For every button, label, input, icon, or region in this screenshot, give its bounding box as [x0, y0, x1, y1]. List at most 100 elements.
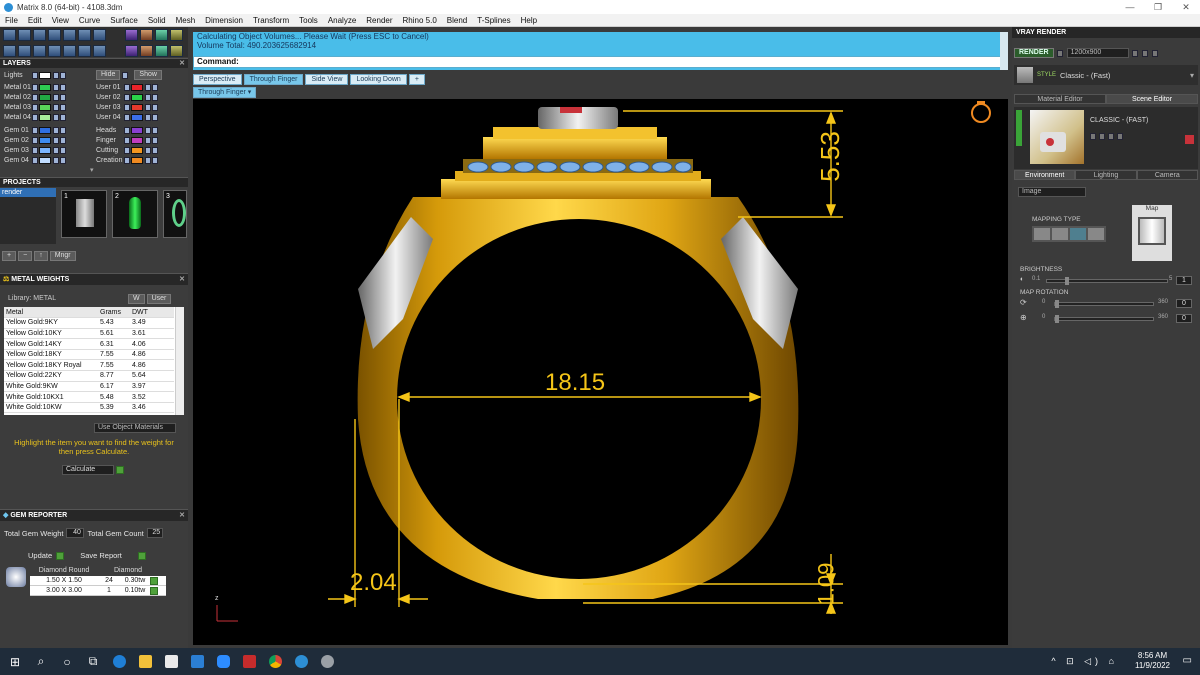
maximize-button[interactable]: ❐ [1144, 0, 1172, 14]
layer-row[interactable]: Creation [94, 155, 186, 165]
lock-icon[interactable] [145, 146, 151, 154]
bulb-icon[interactable] [60, 71, 66, 79]
mapping-cylinder-icon[interactable] [1088, 228, 1104, 240]
layer-row[interactable]: User 03 [94, 102, 186, 112]
menu-item-analyze[interactable]: Analyze [323, 16, 361, 25]
tool-icon[interactable] [33, 29, 46, 41]
brightness-value[interactable]: 1 [1176, 276, 1192, 285]
tab-through-finger[interactable]: Through Finger [243, 74, 304, 85]
tab-looking-down[interactable]: Looking Down [350, 74, 407, 85]
tool-icon[interactable] [93, 29, 106, 41]
project-thumb-1[interactable]: 1 [61, 190, 107, 238]
tool-icon[interactable] [78, 45, 91, 57]
lights-layer[interactable]: Lights [2, 70, 67, 80]
layer-color-swatch[interactable] [39, 93, 51, 101]
tab-lighting[interactable]: Lighting [1075, 170, 1137, 180]
windows-start-icon[interactable]: ⊞ [2, 648, 28, 675]
bulb-icon[interactable] [152, 93, 158, 101]
layer-toggle-icon[interactable] [124, 126, 130, 134]
snap-icon[interactable] [125, 29, 138, 41]
tool-icon[interactable] [48, 45, 61, 57]
tool-icon[interactable] [33, 45, 46, 57]
table-row[interactable]: Yellow Gold:18KY Royal 7.55 4.86 [4, 359, 174, 372]
bulb-icon[interactable] [60, 113, 66, 121]
tab-scene-editor[interactable]: Scene Editor [1106, 94, 1198, 104]
tool-icon[interactable] [63, 45, 76, 57]
show-button[interactable]: Show [134, 70, 162, 80]
layer-row[interactable]: Gem 04 [2, 155, 92, 165]
layer-color-swatch[interactable] [131, 156, 143, 164]
tool-icon[interactable] [93, 45, 106, 57]
go-icon[interactable] [56, 551, 65, 560]
mail-icon[interactable] [184, 648, 210, 675]
layer-color-swatch[interactable] [39, 103, 51, 111]
remove-project-button[interactable]: − [18, 251, 33, 261]
lock-icon[interactable] [53, 136, 59, 144]
calculate-button[interactable]: Calculate [62, 465, 114, 475]
tab-add[interactable]: + [408, 74, 425, 85]
render-size-field[interactable]: 1200x900 [1066, 48, 1129, 58]
hide-button[interactable]: Hide [96, 70, 121, 80]
viewport-through-finger[interactable]: 5.53 18.15 2.04 1.09 z [193, 99, 1008, 645]
render-button[interactable]: RENDER [1014, 48, 1054, 58]
layer-color-swatch[interactable] [131, 113, 143, 121]
tab-material-editor[interactable]: Material Editor [1014, 94, 1106, 104]
brightness-slider[interactable] [1046, 277, 1168, 285]
map-rotation-value[interactable]: 0 [1176, 299, 1192, 308]
snap-icon[interactable] [155, 29, 168, 41]
tab-camera[interactable]: Camera [1136, 170, 1198, 180]
layer-color-swatch[interactable] [131, 93, 143, 101]
material-tool-icon[interactable] [1117, 133, 1123, 140]
project-item[interactable]: render [0, 188, 56, 197]
layer-toggle-icon[interactable] [124, 103, 130, 111]
save-report-button[interactable]: Save Report [80, 551, 122, 560]
layer-row[interactable]: User 02 [94, 92, 186, 102]
chrome-icon[interactable] [262, 648, 288, 675]
tab-side-view[interactable]: Side View [305, 74, 349, 85]
snap-icon[interactable] [170, 29, 183, 41]
layer-color-swatch[interactable] [39, 146, 51, 154]
tool-icon[interactable] [3, 29, 16, 41]
tab-environment[interactable]: Environment [1014, 170, 1076, 180]
bulb-icon[interactable] [152, 103, 158, 111]
snap-icon[interactable] [140, 45, 153, 57]
lock-icon[interactable] [145, 126, 151, 134]
table-row[interactable]: White Gold:10KX1 5.48 3.52 [4, 391, 174, 403]
snap-icon[interactable] [140, 29, 153, 41]
project-thumb-3[interactable]: 3 [163, 190, 187, 238]
snap-icon[interactable] [170, 45, 183, 57]
metal-col-header[interactable]: DWT [130, 307, 174, 319]
up-project-button[interactable]: ↑ [34, 251, 48, 261]
bulb-icon[interactable] [152, 156, 158, 164]
lock-icon[interactable] [53, 71, 59, 79]
layer-toggle-icon[interactable] [124, 136, 130, 144]
system-tray-icons[interactable]: ^ ⊡ ◁) ⌂ [1051, 656, 1118, 667]
lock-icon[interactable] [53, 156, 59, 164]
menu-item-render[interactable]: Render [361, 16, 397, 25]
file-explorer-icon[interactable] [132, 648, 158, 675]
metal-col-header[interactable]: Metal [4, 307, 98, 319]
command-input[interactable]: Command: [193, 56, 1001, 68]
go-icon[interactable] [150, 586, 158, 595]
layer-toggle-icon[interactable] [32, 93, 38, 101]
clock[interactable]: 8:56 AM 11/9/2022 [1135, 651, 1170, 671]
minimize-button[interactable]: — [1116, 0, 1144, 14]
layer-row[interactable]: Metal 03 [2, 102, 92, 112]
layer-row[interactable]: Metal 01 [2, 82, 92, 92]
lock-icon[interactable] [53, 126, 59, 134]
layer-toggle-icon[interactable] [32, 71, 38, 79]
layer-color-swatch[interactable] [131, 83, 143, 91]
layer-toggle-icon[interactable] [32, 103, 38, 111]
menu-item-help[interactable]: Help [516, 16, 542, 25]
lock-icon[interactable] [53, 103, 59, 111]
bulb-icon[interactable] [152, 136, 158, 144]
bulb-icon[interactable] [60, 126, 66, 134]
go-icon[interactable] [116, 466, 124, 474]
layer-toggle-icon[interactable] [32, 136, 38, 144]
task-view-icon[interactable]: ⧉ [80, 648, 106, 675]
environment-map-preview[interactable]: Map [1132, 205, 1172, 261]
tab-perspective[interactable]: Perspective [193, 74, 242, 85]
layer-toggle-icon[interactable] [32, 83, 38, 91]
layer-row[interactable]: User 04 [94, 112, 186, 122]
lock-icon[interactable] [145, 103, 151, 111]
